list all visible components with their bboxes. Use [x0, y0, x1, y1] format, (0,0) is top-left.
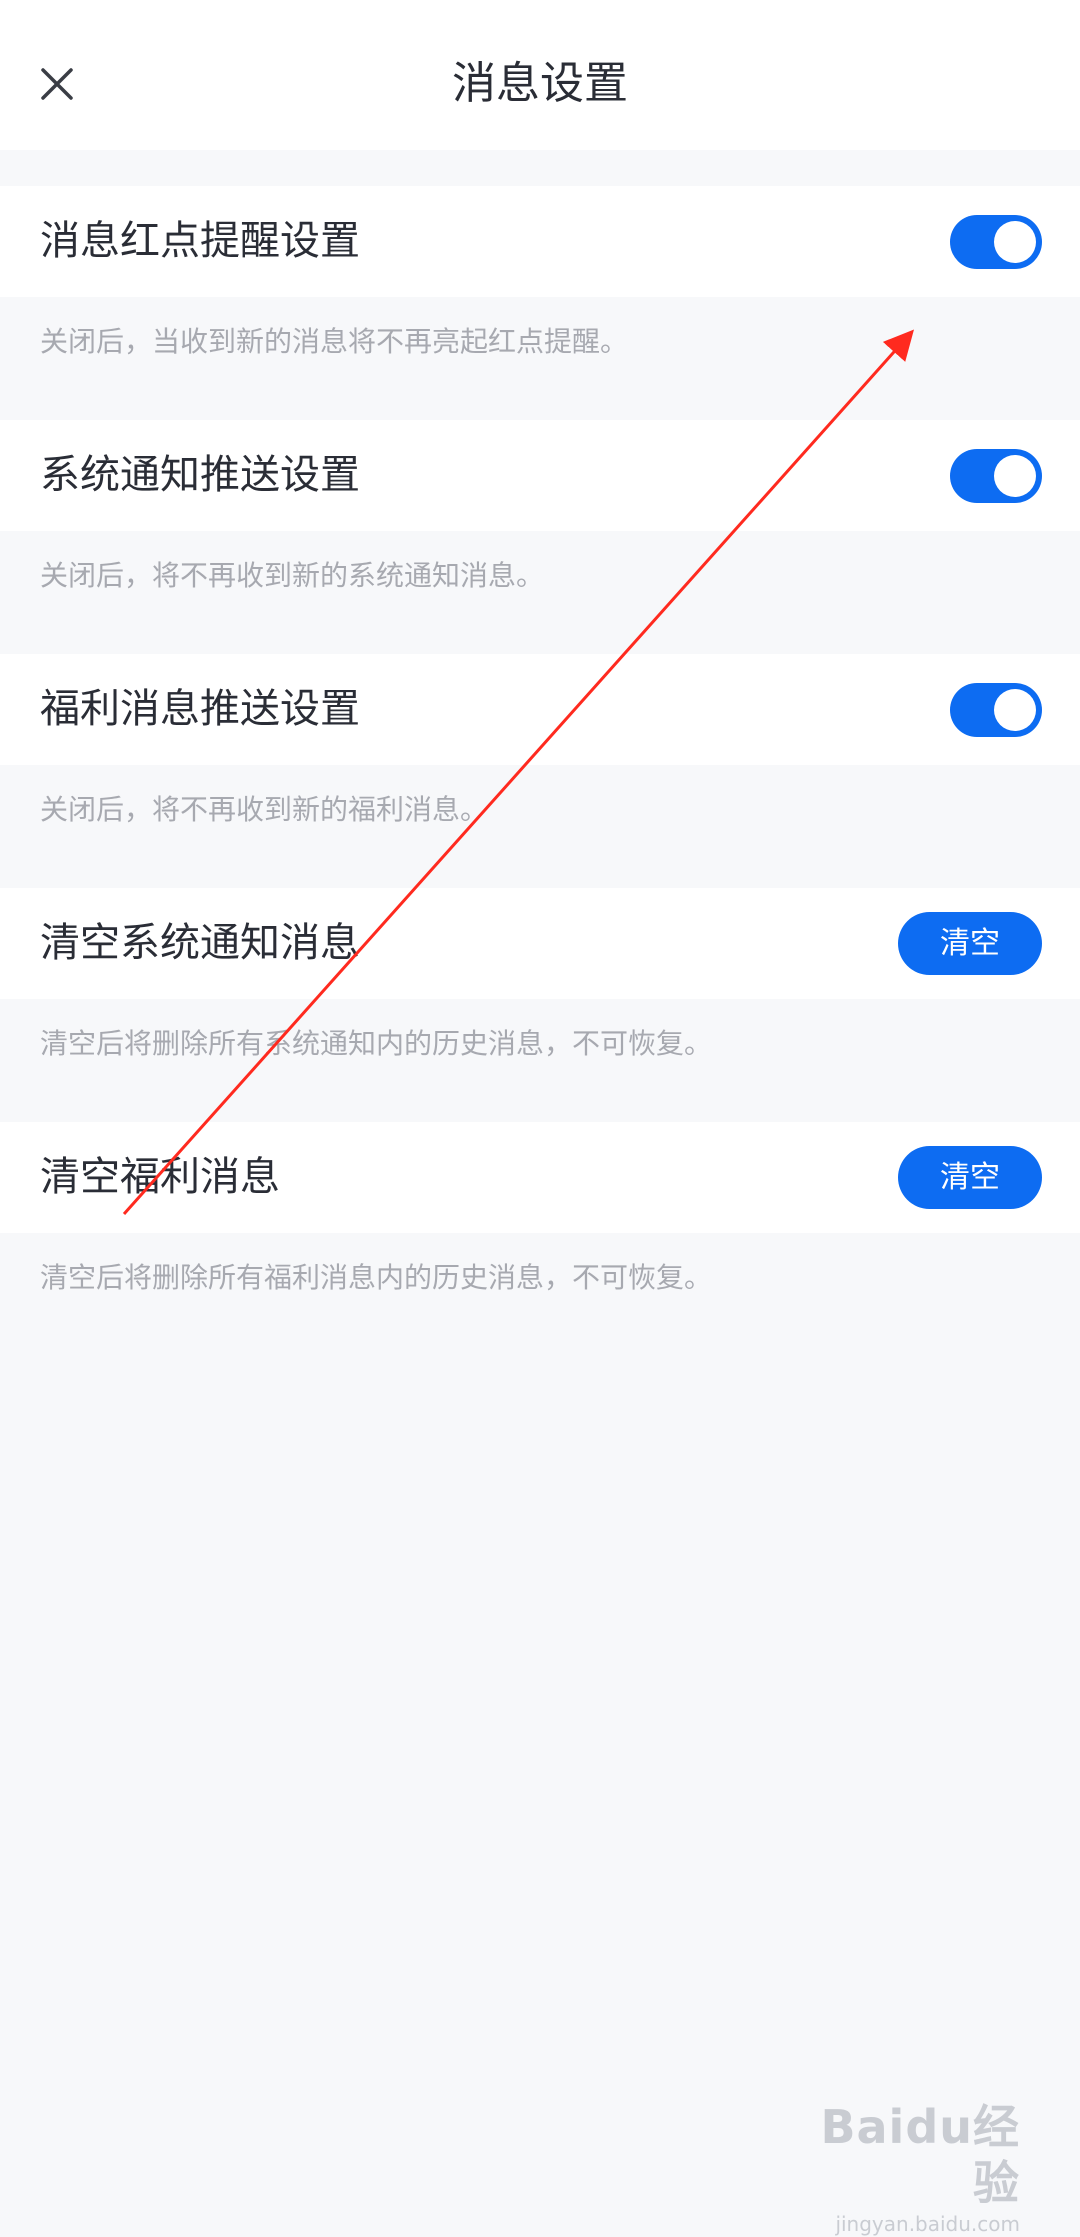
toggle-knob [994, 221, 1036, 263]
toggle-knob [994, 689, 1036, 731]
clear-welfare-button[interactable]: 清空 [898, 1146, 1042, 1209]
setting-description: 关闭后，将不再收到新的福利消息。 [40, 793, 489, 826]
page-title: 消息设置 [452, 58, 628, 109]
toggle-knob [994, 455, 1036, 497]
setting-description: 清空后将删除所有系统通知内的历史消息，不可恢复。 [40, 1027, 713, 1060]
setting-label: 清空系统通知消息 [40, 920, 360, 966]
setting-description: 关闭后，将不再收到新的系统通知消息。 [40, 559, 545, 592]
red-dot-toggle[interactable] [950, 215, 1042, 269]
setting-description: 清空后将删除所有福利消息内的历史消息，不可恢复。 [40, 1261, 713, 1294]
setting-row-welfare-notify: 福利消息推送设置 [0, 654, 1080, 765]
clear-system-button[interactable]: 清空 [898, 912, 1042, 975]
setting-row-system-notify: 系统通知推送设置 [0, 420, 1080, 531]
setting-row-clear-system: 清空系统通知消息 清空 [0, 888, 1080, 999]
setting-row-red-dot: 消息红点提醒设置 [0, 186, 1080, 297]
header-bar: 消息设置 [0, 0, 1080, 150]
watermark-logo: Baidu经验 [820, 2100, 1020, 2210]
setting-label: 清空福利消息 [40, 1154, 280, 1200]
welfare-notify-toggle[interactable] [950, 683, 1042, 737]
setting-row-clear-welfare: 清空福利消息 清空 [0, 1122, 1080, 1233]
setting-label: 福利消息推送设置 [40, 686, 360, 732]
setting-label: 系统通知推送设置 [40, 452, 360, 498]
setting-description: 关闭后，当收到新的消息将不再亮起红点提醒。 [40, 325, 629, 358]
watermark-url: jingyan.baidu.com [835, 2212, 1020, 2236]
baidu-watermark: Baidu经验 jingyan.baidu.com [810, 2099, 1020, 2236]
setting-label: 消息红点提醒设置 [40, 218, 360, 264]
system-notify-toggle[interactable] [950, 449, 1042, 503]
